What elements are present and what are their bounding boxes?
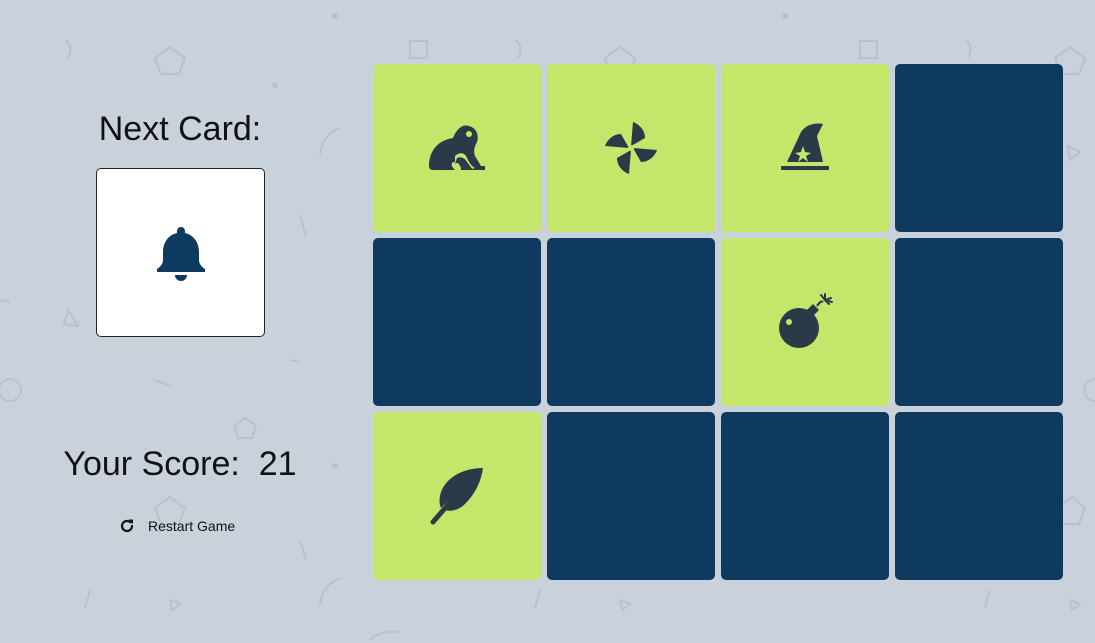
restart-label: Restart Game <box>148 518 236 534</box>
score-label: Your Score: <box>63 445 240 483</box>
card-9[interactable] <box>373 412 541 580</box>
wizard-hat-icon <box>781 123 829 170</box>
card-4[interactable] <box>895 64 1063 232</box>
frog-icon <box>429 125 485 170</box>
card-12[interactable] <box>895 412 1063 580</box>
restart-game-button[interactable]: Restart Game <box>118 517 235 535</box>
feather-icon <box>430 468 483 525</box>
card-2[interactable] <box>547 64 715 232</box>
card-6[interactable] <box>547 238 715 406</box>
card-grid <box>373 64 1063 580</box>
restart-icon <box>120 519 134 533</box>
next-card-title: Next Card: <box>98 110 262 148</box>
card-5[interactable] <box>373 238 541 406</box>
card-1[interactable] <box>373 64 541 232</box>
bell-icon <box>156 226 205 281</box>
game-page: Next Card: Your Score: 21 Restart Game <box>0 0 1095 643</box>
card-8[interactable] <box>895 238 1063 406</box>
card-10[interactable] <box>547 412 715 580</box>
card-3[interactable] <box>721 64 889 232</box>
pinwheel-icon <box>605 122 657 174</box>
score-display: Your Score: 21 <box>40 445 320 484</box>
score-value: 21 <box>258 445 297 483</box>
next-card-preview <box>96 168 265 337</box>
card-7[interactable] <box>721 238 889 406</box>
bomb-icon <box>779 293 833 348</box>
card-11[interactable] <box>721 412 889 580</box>
